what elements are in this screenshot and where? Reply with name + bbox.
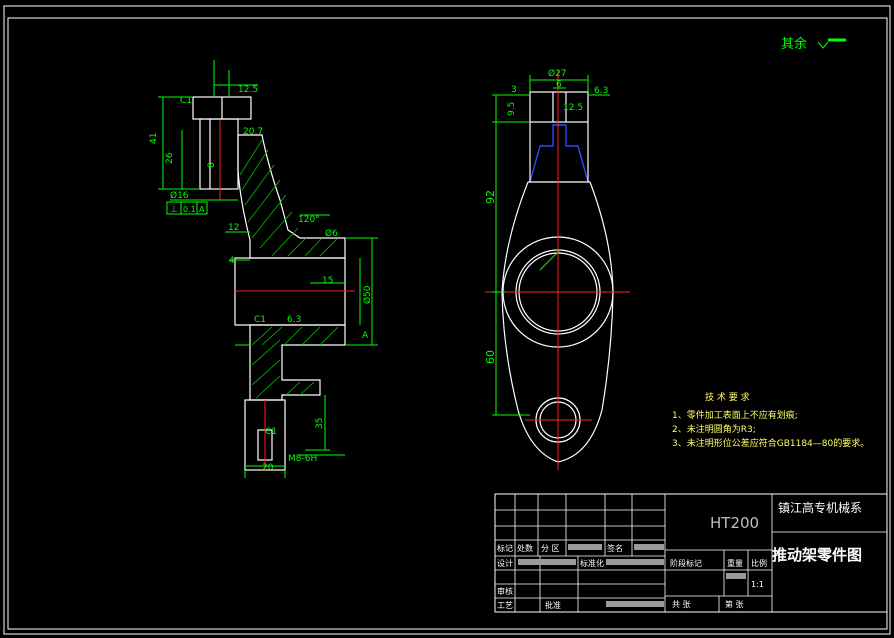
dim-m8: M8-6H [288,454,317,464]
roughness-symbol-icon [817,38,846,49]
label-zone: 分 区 [541,544,560,553]
outer-frame [3,5,891,635]
label-signature: 签名 [607,543,623,553]
dim-c1-top: C1 [180,96,192,106]
dim-phi27: Ø27 [548,68,567,79]
dim-12: 12 [228,223,239,233]
tolerance-symbol: ⊥ [170,205,178,215]
surface-finish-label: 其余 [781,36,807,52]
label-mark: 标记 [497,543,513,553]
dim-c1-b: C1 [254,315,266,325]
surface-finish-note: 其余 [781,36,846,52]
label-weight: 重量 [727,558,743,568]
dim-12-5: 12.5 [238,85,258,95]
institution-label: 镇江高专机械系 [778,500,862,515]
tolerance-value: 0.1 [183,205,196,214]
dim-6-front: 6 [556,80,562,90]
cad-drawing-canvas: 其余 ⊥ 0.1 A 41 26 12.5 20.7 12 4 15 6.3 1… [3,5,891,635]
dim-15: 15 [322,276,333,286]
title-block: HT200 镇江高专机械系 推动架零件图 标记 处数 分 区 签名 设计 标准化… [494,493,888,613]
tech-item-2: 2、未注明圆角为R3; [672,423,756,435]
label-stage-mark: 阶段标记 [670,558,702,568]
dim-20-7: 20.7 [243,127,263,137]
dim-9-5: 9.5 [507,102,517,116]
section-hatch [237,134,346,401]
label-count: 处数 [517,543,533,553]
dim-6-3-front: 6.3 [594,86,608,96]
dim-41: 41 [149,133,159,144]
dim-phi50: Ø50 [362,285,373,304]
dim-60: 60 [484,350,497,364]
dim-35: 35 [315,418,325,429]
boss-shaft [199,118,239,190]
tolerance-datum: A [199,205,205,214]
scale-value: 1:1 [751,580,764,589]
tech-item-3: 3、未注明形位公差应符合GB1184—80的要求。 [672,437,869,449]
label-standardize: 标准化 [580,558,604,568]
datum-a: A [362,331,369,341]
dim-3-front: 3 [511,85,517,95]
dim-12-5-front: 12.5 [563,103,583,113]
label-design: 设计 [497,558,513,568]
label-review: 审核 [497,586,513,596]
hidden-cone [529,124,589,183]
tech-item-1: 1、零件加工表面上不应有划痕; [672,409,798,421]
dim-120: 120° [298,215,320,225]
dim-c1: C1 [265,427,277,437]
tech-title: 技 术 要 求 [705,391,750,403]
dim-8: 8 [207,162,217,168]
right-dimension-lines [492,75,610,416]
dim-6-3: 6.3 [287,315,301,325]
left-section-view: ⊥ 0.1 A 41 26 12.5 20.7 12 4 15 6.3 120°… [149,60,378,478]
dim-phi6: Ø6 [325,228,338,239]
dim-92: 92 [484,190,497,204]
dim-20: 20 [262,463,274,473]
label-sheet-total: 共 张 [672,600,691,609]
dim-26: 26 [165,152,175,164]
inner-frame [7,17,888,630]
tolerance-frame: ⊥ 0.1 A [166,201,208,215]
dim-4: 4 [229,256,235,266]
label-process: 工艺 [497,601,513,610]
part-name-label: 推动架零件图 [772,546,862,564]
material-label: HT200 [710,514,759,532]
label-scale: 比例 [751,558,767,568]
dim-phi16: Ø16 [170,190,189,201]
right-front-view: Ø27 6 6.3 9.5 12.5 3 92 60 [484,68,630,470]
label-approve: 批准 [545,600,561,610]
label-sheet-no: 第 张 [725,599,744,609]
technical-requirements: 技 术 要 求 1、零件加工表面上不应有划痕; 2、未注明圆角为R3; 3、未注… [672,391,869,449]
